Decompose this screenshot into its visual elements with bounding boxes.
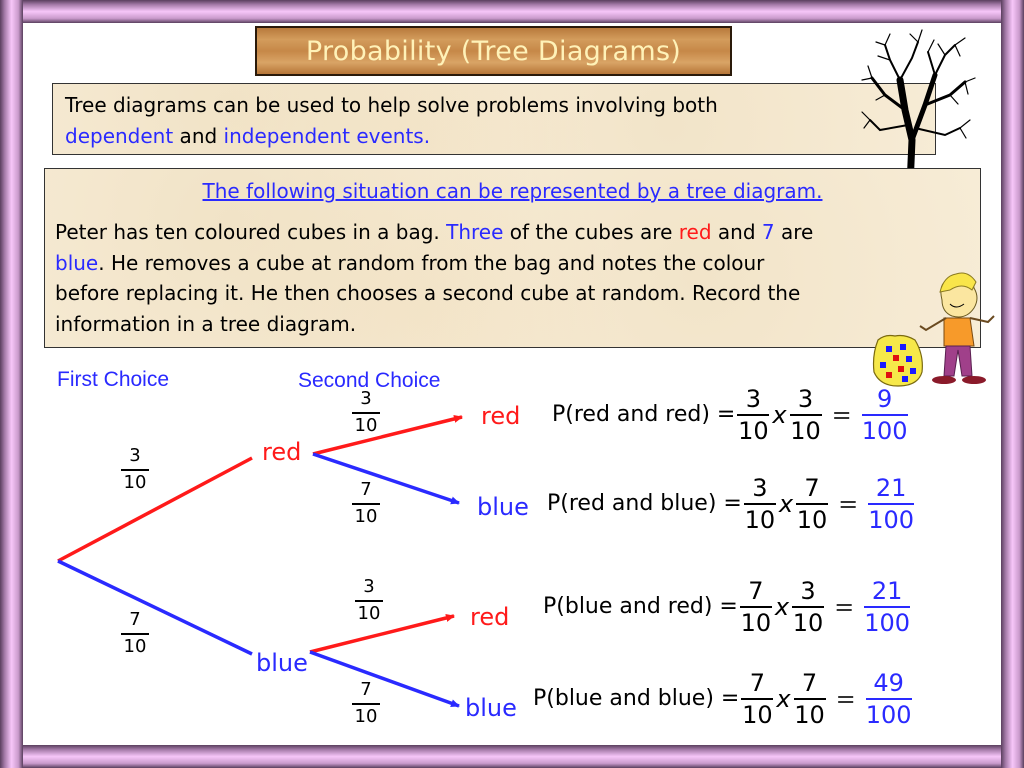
equation-red-red: P(red and red) = 3 10 x 3 10 = 9 100 — [552, 386, 910, 444]
denominator: 10 — [123, 635, 147, 657]
numerator: 7 — [360, 679, 372, 700]
numerator: 3 — [363, 576, 375, 597]
fraction-result: 9 100 — [861, 385, 908, 445]
branch-blue-blue — [309, 650, 460, 708]
equals-sign: = — [831, 400, 852, 429]
fraction-a: 7 10 — [739, 577, 772, 637]
fraction-result: 21 100 — [864, 577, 911, 637]
denominator: 10 — [357, 602, 381, 624]
outcome-blue-red: red — [470, 603, 510, 631]
branch-first-blue — [57, 559, 253, 656]
prob-first-blue: 7 10 — [121, 610, 149, 657]
fraction-a: 7 10 — [741, 669, 774, 729]
times-sign: x — [772, 400, 787, 429]
equals-sign: = — [834, 592, 855, 621]
numerator: 3 — [129, 445, 141, 466]
denominator: 10 — [354, 505, 378, 527]
equals-sign: = — [838, 489, 859, 518]
equation-blue-blue: P(blue and blue) = 7 10 x 7 10 = 49 100 — [533, 670, 914, 728]
prob-blue-blue: 7 10 — [352, 680, 380, 727]
denominator: 10 — [354, 414, 378, 436]
fraction-a: 3 10 — [737, 385, 770, 445]
first-choice-label: First Choice — [57, 368, 170, 391]
numerator: 7 — [360, 479, 372, 500]
branch-red-blue — [312, 452, 460, 505]
equation-label: P(blue and red) = — [543, 594, 738, 620]
equation-label: P(blue and blue) = — [533, 686, 740, 712]
outcome-red-red: red — [481, 402, 521, 430]
fraction-b: 3 10 — [792, 577, 825, 637]
times-sign: x — [778, 489, 794, 518]
equation-label: P(red and red) = — [552, 402, 736, 428]
denominator: 10 — [123, 471, 147, 493]
fraction-a: 3 10 — [743, 474, 776, 534]
equals-sign: = — [835, 684, 856, 713]
branch-first-red — [57, 456, 253, 563]
node-first-blue: blue — [256, 649, 308, 677]
times-sign: x — [774, 592, 790, 621]
numerator: 7 — [129, 609, 141, 630]
fraction-result: 49 100 — [865, 669, 912, 729]
node-first-red: red — [262, 438, 302, 466]
fraction-b: 3 10 — [789, 385, 822, 445]
fraction-b: 7 10 — [796, 474, 829, 534]
equation-blue-red: P(blue and red) = 7 10 x 3 10 = 21 100 — [543, 578, 912, 636]
branch-red-red — [312, 415, 463, 456]
outcome-red-blue: blue — [477, 493, 529, 521]
prob-red-red: 3 10 — [352, 389, 380, 436]
equation-red-blue: P(red and blue) = 3 10 x 7 10 = 21 100 — [547, 475, 916, 533]
outcome-blue-blue: blue — [465, 694, 517, 722]
fraction-result: 21 100 — [868, 474, 915, 534]
fraction-b: 7 10 — [793, 669, 826, 729]
equation-label: P(red and blue) = — [547, 491, 742, 517]
times-sign: x — [776, 684, 791, 713]
prob-first-red: 3 10 — [121, 446, 149, 493]
prob-red-blue: 7 10 — [352, 480, 380, 527]
denominator: 10 — [354, 705, 378, 727]
prob-blue-red: 3 10 — [355, 577, 383, 624]
numerator: 3 — [360, 388, 372, 409]
